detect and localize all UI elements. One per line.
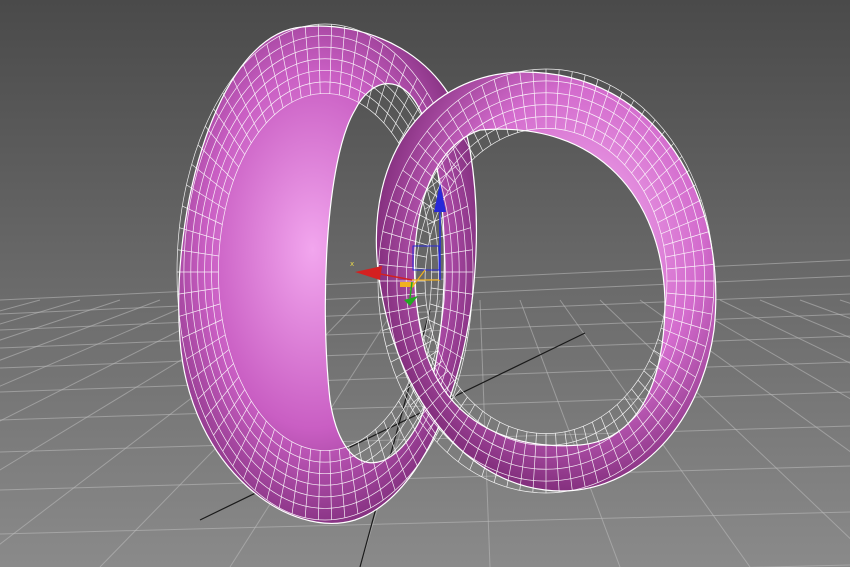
perspective-viewport[interactable]: x [0,0,850,567]
viewport-scene[interactable]: x [0,0,850,567]
x-axis-label: x [350,260,354,268]
